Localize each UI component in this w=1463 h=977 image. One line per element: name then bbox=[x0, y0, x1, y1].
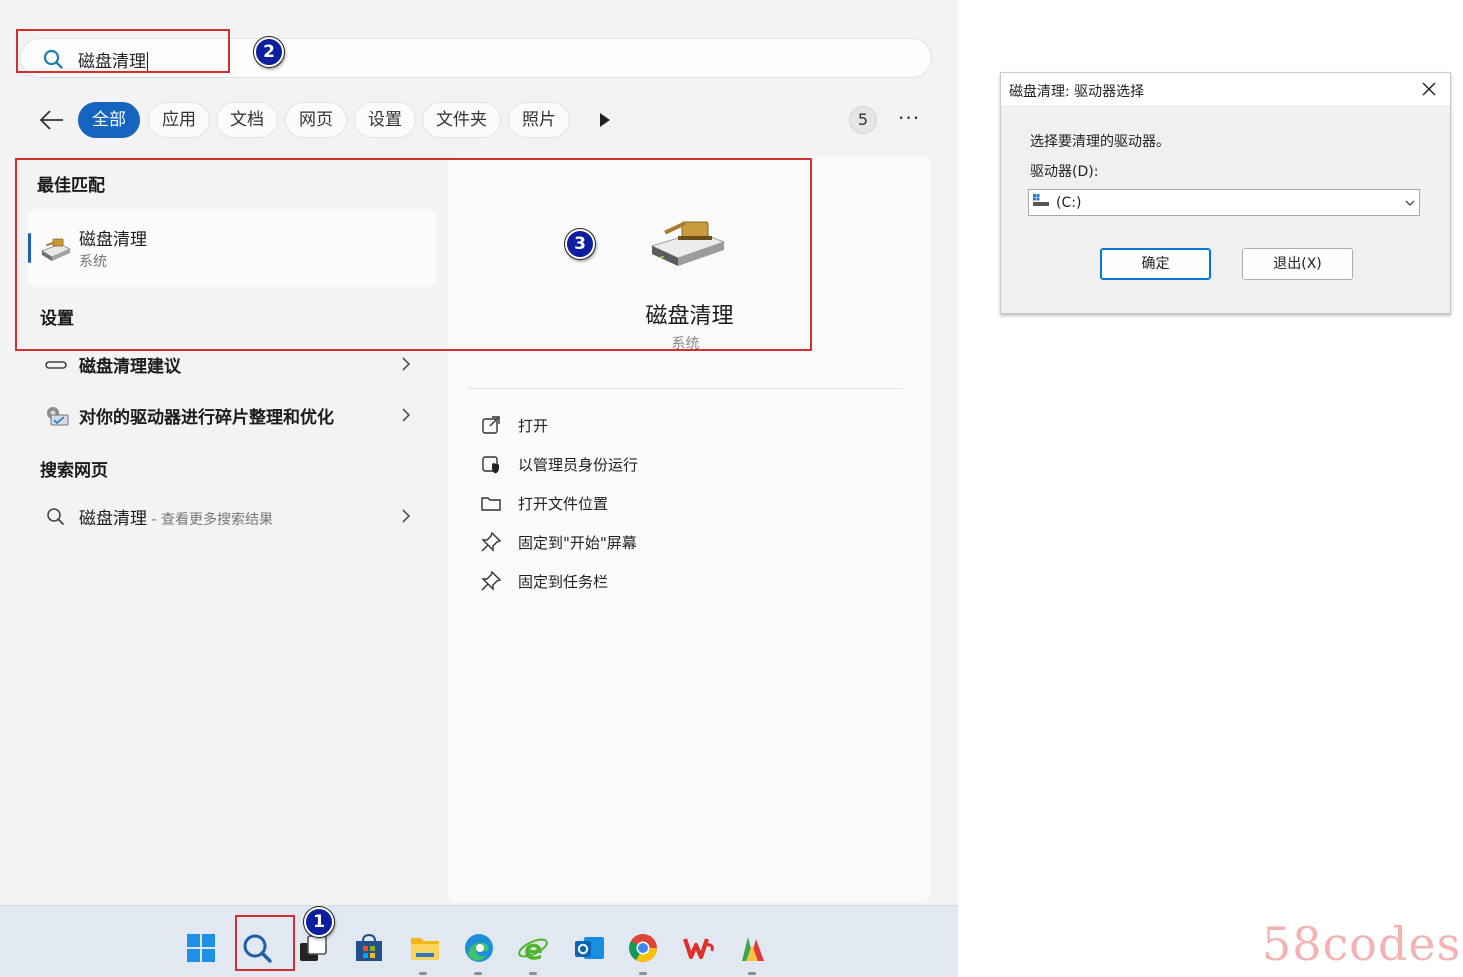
taskbar: e bbox=[0, 905, 958, 977]
drive-selection-dialog: 磁盘清理: 驱动器选择 选择要清理的驱动器。 驱动器(D): (C:) 确定 退… bbox=[1000, 72, 1451, 314]
chevron-right-icon bbox=[402, 357, 411, 371]
edge-browser-icon[interactable] bbox=[462, 931, 496, 965]
action-pin-to-start[interactable]: 固定到"开始"屏幕 bbox=[480, 527, 780, 557]
running-indicator bbox=[419, 972, 427, 975]
drive-field-label: 驱动器(D): bbox=[1030, 164, 1099, 180]
search-icon bbox=[47, 508, 64, 525]
storage-icon bbox=[45, 361, 67, 369]
dialog-title: 磁盘清理: 驱动器选择 bbox=[1009, 84, 1145, 100]
action-run-as-admin[interactable]: 以管理员身份运行 bbox=[480, 449, 780, 479]
action-open[interactable]: 打开 bbox=[480, 410, 780, 440]
chevron-right-icon bbox=[402, 509, 411, 523]
highlight-box-search bbox=[16, 29, 230, 73]
open-external-icon bbox=[482, 416, 500, 434]
filter-chip-settings[interactable]: 设置 bbox=[354, 102, 416, 138]
step-badge-2: 2 bbox=[254, 37, 284, 67]
running-indicator bbox=[474, 972, 482, 975]
drive-select-value: (C:) bbox=[1056, 195, 1082, 211]
running-indicator bbox=[748, 972, 756, 975]
settings-item-label: 对你的驱动器进行碎片整理和优化 bbox=[79, 408, 334, 428]
web-search-label: 磁盘清理 - 查看更多搜索结果 bbox=[79, 504, 273, 529]
web-search-heading: 搜索网页 bbox=[40, 461, 108, 481]
screenshot-root: 磁盘清理 全部 应用 文档 网页 设置 文件夹 照片 5 ··· 最佳匹配 磁盘… bbox=[0, 0, 1463, 977]
settings-item-label: 磁盘清理建议 bbox=[79, 357, 181, 377]
result-count-badge[interactable]: 5 bbox=[849, 106, 877, 134]
action-label: 打开文件位置 bbox=[518, 495, 609, 513]
watermark: 58codes bbox=[1262, 917, 1462, 971]
chrome-browser-icon[interactable] bbox=[626, 931, 660, 965]
action-label: 打开 bbox=[518, 417, 549, 435]
close-icon[interactable] bbox=[1421, 81, 1437, 97]
step-badge-1: 1 bbox=[304, 907, 334, 937]
hard-drive-icon bbox=[1033, 194, 1049, 206]
settings-item-defragment[interactable]: 对你的驱动器进行碎片整理和优化 bbox=[20, 395, 428, 435]
filter-chip-documents[interactable]: 文档 bbox=[216, 102, 278, 138]
highlight-box-result bbox=[15, 158, 812, 351]
preview-divider bbox=[468, 388, 902, 389]
action-label: 固定到任务栏 bbox=[518, 573, 609, 591]
pin-icon bbox=[481, 570, 502, 591]
chevron-right-icon bbox=[402, 408, 411, 422]
outlook-icon[interactable] bbox=[572, 931, 606, 965]
svg-text:e: e bbox=[524, 933, 543, 965]
action-label: 固定到"开始"屏幕 bbox=[518, 534, 637, 552]
web-search-suffix: - 查看更多搜索结果 bbox=[147, 512, 273, 528]
ok-button[interactable]: 确定 bbox=[1100, 248, 1211, 280]
action-pin-to-taskbar[interactable]: 固定到任务栏 bbox=[480, 566, 780, 596]
shield-icon bbox=[482, 456, 499, 474]
step-badge-3: 3 bbox=[565, 229, 595, 259]
drive-select[interactable]: (C:) bbox=[1028, 189, 1420, 216]
exit-button[interactable]: 退出(X) bbox=[1242, 248, 1353, 280]
filter-bar: 全部 应用 文档 网页 设置 文件夹 照片 5 ··· bbox=[36, 100, 936, 140]
wps-office-icon[interactable] bbox=[682, 931, 716, 965]
dialog-prompt: 选择要清理的驱动器。 bbox=[1030, 134, 1170, 150]
defrag-drive-icon bbox=[47, 407, 69, 426]
folder-icon bbox=[481, 497, 501, 511]
file-explorer-icon[interactable] bbox=[408, 931, 442, 965]
more-options-icon[interactable]: ··· bbox=[898, 106, 920, 130]
play-arrow-icon[interactable] bbox=[598, 111, 612, 129]
ie-browser-icon[interactable]: e bbox=[516, 931, 550, 965]
action-open-file-location[interactable]: 打开文件位置 bbox=[480, 488, 780, 518]
chevron-down-icon[interactable] bbox=[1404, 198, 1416, 208]
running-indicator bbox=[529, 972, 537, 975]
filter-chip-all[interactable]: 全部 bbox=[78, 102, 140, 138]
app-icon[interactable] bbox=[736, 931, 770, 965]
filter-chip-apps[interactable]: 应用 bbox=[148, 102, 210, 138]
filter-chip-photos[interactable]: 照片 bbox=[508, 102, 570, 138]
filter-chip-web[interactable]: 网页 bbox=[285, 102, 347, 138]
windows-start-icon[interactable] bbox=[184, 931, 218, 965]
back-arrow-icon[interactable] bbox=[36, 106, 66, 134]
pin-icon bbox=[481, 531, 502, 552]
microsoft-store-icon[interactable] bbox=[352, 931, 386, 965]
web-search-item[interactable]: 磁盘清理 - 查看更多搜索结果 bbox=[20, 496, 428, 536]
action-label: 以管理员身份运行 bbox=[518, 456, 639, 474]
running-indicator bbox=[639, 972, 647, 975]
search-panel: 磁盘清理 全部 应用 文档 网页 设置 文件夹 照片 5 ··· 最佳匹配 磁盘… bbox=[0, 0, 958, 905]
filter-chip-folders[interactable]: 文件夹 bbox=[422, 102, 501, 138]
highlight-box-taskbar-search bbox=[235, 915, 295, 971]
dialog-titlebar: 磁盘清理: 驱动器选择 bbox=[1001, 73, 1450, 105]
web-search-query: 磁盘清理 bbox=[79, 509, 147, 529]
